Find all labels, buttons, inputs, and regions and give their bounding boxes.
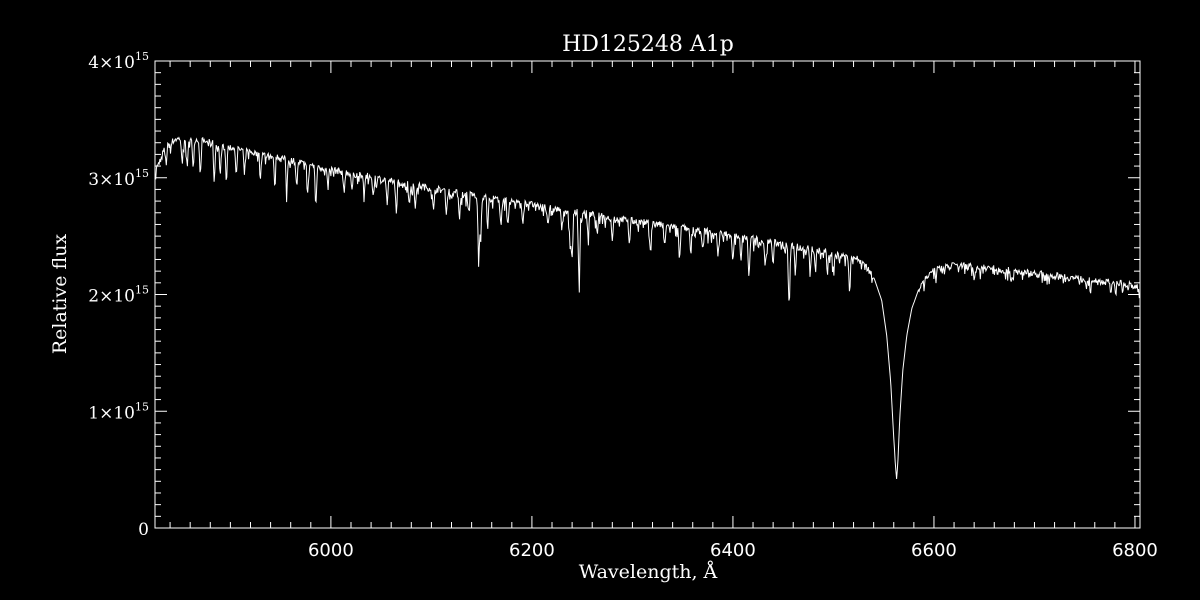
x-tick-label: 6000 [308,540,354,561]
y-axis-label: Relative flux [49,234,71,355]
chart-title: HD125248 A1p [562,32,734,57]
x-axis-label: Wavelength, Å [579,561,718,583]
x-tick-label: 6600 [911,540,957,561]
y-tick-label: 0 [138,520,149,540]
chart-background [0,0,1200,600]
x-tick-label: 6200 [509,540,555,561]
x-tick-label: 6800 [1112,540,1158,561]
spectrum-chart: HD125248 A1p 6000 6200 6400 6600 6800 01×101… [0,0,1200,600]
x-tick-label: 6400 [710,540,756,561]
